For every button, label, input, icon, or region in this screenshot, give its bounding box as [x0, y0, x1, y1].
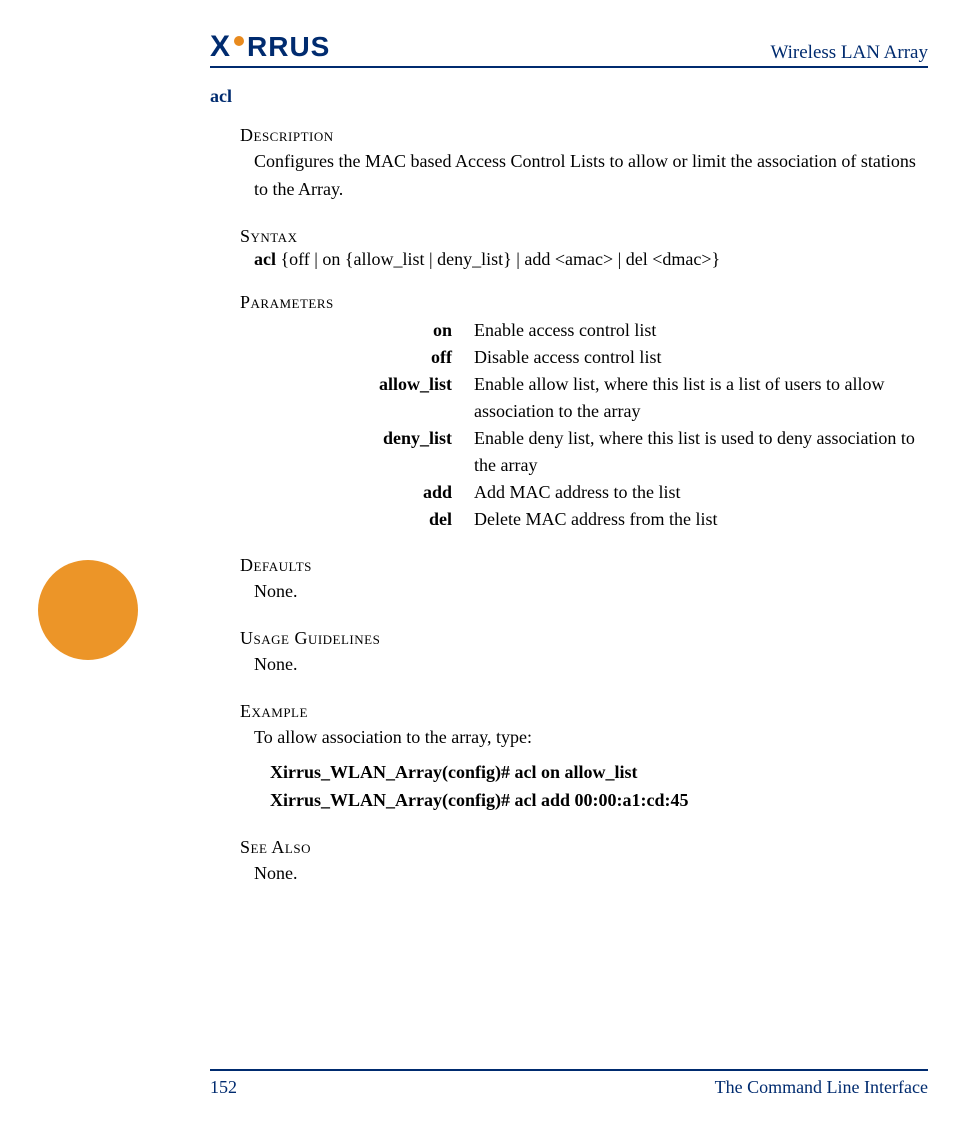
example-line: Xirrus_WLAN_Array(config)# acl add 00:00… — [270, 787, 928, 815]
page-header: X RRUS Wireless LAN Array — [210, 30, 928, 68]
defaults-label: Defaults — [240, 555, 928, 576]
param-name: off — [254, 344, 474, 371]
param-row: allow_list Enable allow list, where this… — [254, 371, 928, 425]
example-intro: To allow association to the array, type: — [254, 724, 928, 752]
content: acl Description Configures the MAC based… — [210, 86, 928, 888]
example-section: Example To allow association to the arra… — [240, 701, 928, 816]
logo-text: RRUS — [247, 31, 330, 63]
description-label: Description — [240, 125, 928, 146]
parameters-section: Parameters on Enable access control list… — [240, 292, 928, 533]
param-name: del — [254, 506, 474, 533]
logo: X RRUS — [210, 30, 330, 64]
param-name: deny_list — [254, 425, 474, 452]
usage-section: Usage Guidelines None. — [240, 628, 928, 679]
syntax-section: Syntax acl {off | on {allow_list | deny_… — [240, 226, 928, 270]
example-line: Xirrus_WLAN_Array(config)# acl on allow_… — [270, 759, 928, 787]
param-name: add — [254, 479, 474, 506]
page: X RRUS Wireless LAN Array acl Descriptio… — [0, 0, 958, 1134]
param-row: off Disable access control list — [254, 344, 928, 371]
param-desc: Add MAC address to the list — [474, 479, 928, 506]
param-desc: Disable access control list — [474, 344, 928, 371]
defaults-text: None. — [254, 578, 928, 606]
syntax-label: Syntax — [240, 226, 928, 247]
param-desc: Delete MAC address from the list — [474, 506, 928, 533]
usage-label: Usage Guidelines — [240, 628, 928, 649]
param-row: deny_list Enable deny list, where this l… — [254, 425, 928, 479]
example-code: Xirrus_WLAN_Array(config)# acl on allow_… — [270, 759, 928, 815]
description-section: Description Configures the MAC based Acc… — [240, 125, 928, 204]
param-name: allow_list — [254, 371, 474, 398]
parameters-table: on Enable access control list off Disabl… — [254, 317, 928, 533]
param-row: del Delete MAC address from the list — [254, 506, 928, 533]
seealso-text: None. — [254, 860, 928, 888]
logo-dot-icon — [234, 36, 244, 46]
page-footer: 152 The Command Line Interface — [210, 1069, 928, 1098]
example-label: Example — [240, 701, 928, 722]
description-text: Configures the MAC based Access Control … — [254, 148, 928, 204]
param-desc: Enable allow list, where this list is a … — [474, 371, 928, 425]
command-name: acl — [210, 86, 928, 107]
syntax-rest: {off | on {allow_list | deny_list} | add… — [276, 249, 720, 269]
syntax-cmd: acl — [254, 249, 276, 269]
document-title: Wireless LAN Array — [770, 42, 928, 64]
param-desc: Enable deny list, where this list is use… — [474, 425, 928, 479]
param-desc: Enable access control list — [474, 317, 928, 344]
seealso-label: See Also — [240, 837, 928, 858]
param-row: on Enable access control list — [254, 317, 928, 344]
logo-letter: X — [210, 30, 231, 64]
chapter-title: The Command Line Interface — [715, 1077, 928, 1098]
syntax-text: acl {off | on {allow_list | deny_list} |… — [254, 249, 928, 270]
seealso-section: See Also None. — [240, 837, 928, 888]
param-name: on — [254, 317, 474, 344]
section-tab-indicator — [38, 560, 138, 660]
parameters-label: Parameters — [240, 292, 928, 313]
page-number: 152 — [210, 1077, 237, 1098]
defaults-section: Defaults None. — [240, 555, 928, 606]
usage-text: None. — [254, 651, 928, 679]
param-row: add Add MAC address to the list — [254, 479, 928, 506]
